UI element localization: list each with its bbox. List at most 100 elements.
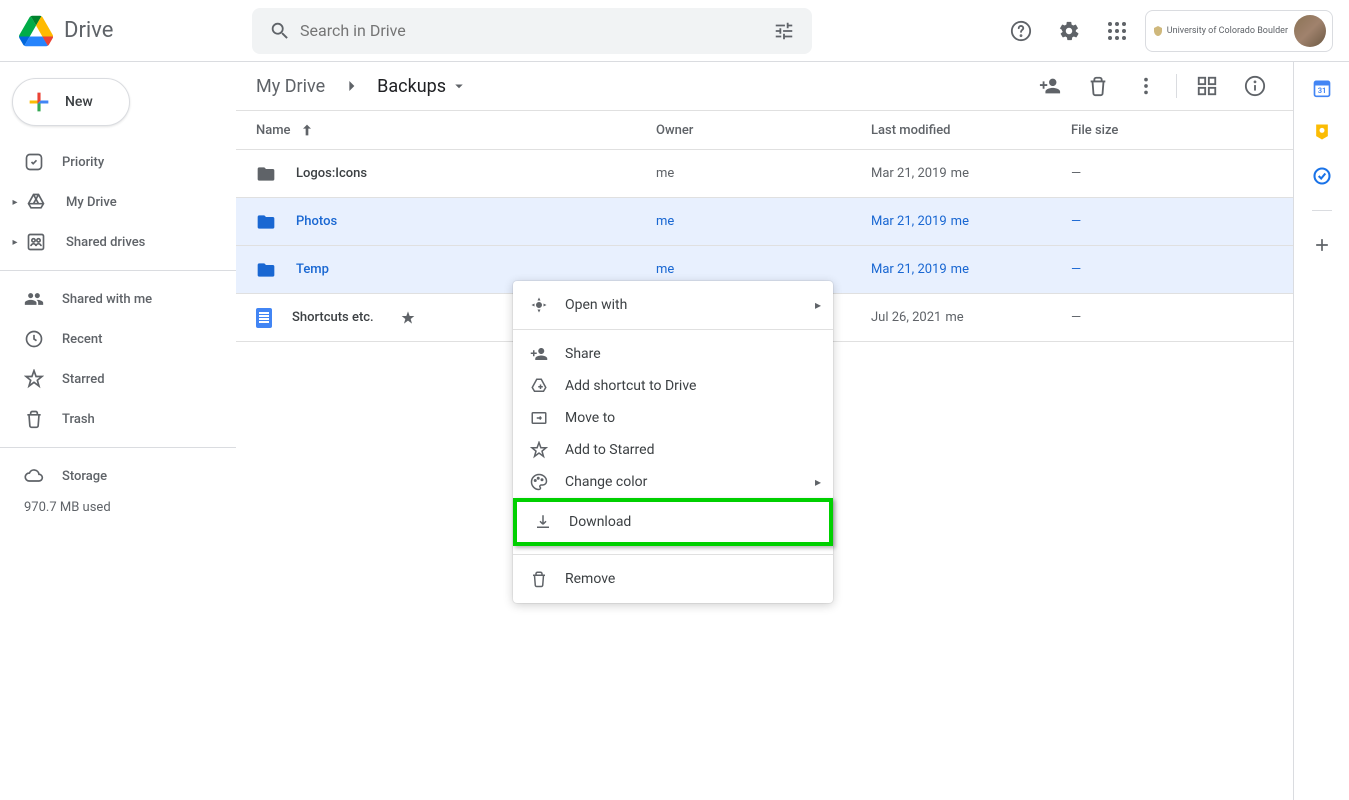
file-size: — <box>1071 166 1273 181</box>
priority-icon <box>24 152 44 172</box>
help-icon[interactable] <box>1001 11 1041 51</box>
menu-open-with[interactable]: Open with ▸ <box>513 289 833 321</box>
new-button[interactable]: New <box>12 78 130 126</box>
divider <box>0 270 236 271</box>
table-row[interactable]: Photos me Mar 21, 2019me — <box>236 198 1293 246</box>
menu-change-color[interactable]: Change color ▸ <box>513 466 833 498</box>
account-switcher[interactable]: University of Colorado Boulder <box>1145 10 1333 52</box>
search-options-icon[interactable] <box>764 11 804 51</box>
trash-icon <box>529 570 549 588</box>
divider <box>1312 210 1332 211</box>
breadcrumb-current-label: Backups <box>377 76 446 97</box>
file-modified: Mar 21, 2019me <box>871 262 1071 277</box>
file-size: — <box>1071 214 1273 229</box>
menu-label: Move to <box>565 410 615 426</box>
menu-share[interactable]: Share <box>513 338 833 370</box>
sidebar-item-trash[interactable]: Trash <box>0 399 224 439</box>
move-icon <box>529 409 549 427</box>
clock-icon <box>24 329 44 349</box>
column-owner[interactable]: Owner <box>656 123 871 138</box>
header-actions: University of Colorado Boulder <box>1001 10 1333 52</box>
divider <box>513 554 833 555</box>
chevron-right-icon[interactable]: ▸ <box>6 197 24 208</box>
info-button[interactable] <box>1237 68 1273 104</box>
delete-button[interactable] <box>1080 68 1116 104</box>
star-icon <box>529 441 549 459</box>
menu-label: Share <box>565 346 601 362</box>
chevron-right-icon[interactable]: ▸ <box>6 237 24 248</box>
sidebar-item-shared-with-me[interactable]: Shared with me <box>0 279 224 319</box>
table-row[interactable]: Logos:Icons me Mar 21, 2019me — <box>236 150 1293 198</box>
shortcut-icon <box>529 377 549 395</box>
sidebar-item-label: Shared with me <box>62 292 152 307</box>
file-modified: Jul 26, 2021me <box>871 310 1071 325</box>
grid-view-button[interactable] <box>1189 68 1225 104</box>
apps-icon[interactable] <box>1097 11 1137 51</box>
cloud-icon <box>24 466 44 486</box>
toolbar-actions <box>1032 68 1273 104</box>
calendar-icon[interactable]: 31 <box>1312 78 1332 98</box>
sidebar-item-label: Trash <box>62 412 95 427</box>
menu-label: Download <box>569 514 631 530</box>
breadcrumb-current[interactable]: Backups <box>369 72 476 101</box>
sidebar: New Priority ▸ My Drive ▸ Shared drives … <box>0 62 236 800</box>
breadcrumb: My Drive Backups <box>248 72 476 101</box>
menu-add-starred[interactable]: Add to Starred <box>513 434 833 466</box>
plus-icon <box>25 88 53 116</box>
file-owner: me <box>656 214 871 229</box>
drive-icon <box>26 192 46 212</box>
people-icon <box>24 289 44 309</box>
shared-drives-icon <box>26 232 46 252</box>
sidebar-item-label: Priority <box>62 155 104 170</box>
star-icon <box>24 369 44 389</box>
more-button[interactable] <box>1128 68 1164 104</box>
sidebar-item-label: My Drive <box>66 195 117 210</box>
avatar <box>1294 15 1326 47</box>
menu-add-shortcut[interactable]: Add shortcut to Drive <box>513 370 833 402</box>
tasks-icon[interactable] <box>1312 166 1332 186</box>
search-bar[interactable] <box>252 8 812 54</box>
file-name: Temp <box>296 262 329 277</box>
divider <box>1176 74 1177 98</box>
menu-label: Remove <box>565 571 615 587</box>
add-icon[interactable] <box>1312 235 1332 255</box>
settings-icon[interactable] <box>1049 11 1089 51</box>
chevron-right-icon: ▸ <box>815 298 821 312</box>
column-modified[interactable]: Last modified <box>871 123 1071 138</box>
app-name: Drive <box>64 18 113 43</box>
sidebar-item-shared-drives[interactable]: ▸ Shared drives <box>0 222 224 262</box>
sidebar-item-storage[interactable]: Storage <box>0 456 224 496</box>
menu-label: Change color <box>565 474 647 490</box>
menu-label: Open with <box>565 297 627 313</box>
sidebar-item-label: Starred <box>62 372 105 387</box>
sidebar-item-priority[interactable]: Priority <box>0 142 224 182</box>
share-button[interactable] <box>1032 68 1068 104</box>
file-size: — <box>1071 262 1273 277</box>
file-modified: Mar 21, 2019me <box>871 166 1071 181</box>
docs-icon <box>256 308 272 328</box>
trash-icon <box>24 409 44 429</box>
breadcrumb-root[interactable]: My Drive <box>248 72 333 101</box>
logo-area[interactable]: Drive <box>16 11 252 51</box>
sidebar-item-recent[interactable]: Recent <box>0 319 224 359</box>
file-name: Shortcuts etc. <box>292 310 374 325</box>
divider <box>0 447 236 448</box>
folder-icon <box>256 260 276 280</box>
open-with-icon <box>529 296 549 314</box>
table-header: Name Owner Last modified File size <box>236 110 1293 150</box>
menu-download[interactable]: Download <box>513 498 833 546</box>
chevron-right-icon: ▸ <box>815 475 821 489</box>
storage-used: 970.7 MB used <box>0 496 236 519</box>
search-input[interactable] <box>300 21 764 40</box>
menu-move-to[interactable]: Move to <box>513 402 833 434</box>
svg-text:31: 31 <box>1317 86 1326 95</box>
keep-icon[interactable] <box>1312 122 1332 142</box>
sidebar-item-label: Shared drives <box>66 235 145 250</box>
column-size[interactable]: File size <box>1071 123 1273 138</box>
sidebar-item-mydrive[interactable]: ▸ My Drive <box>0 182 224 222</box>
menu-label: Add shortcut to Drive <box>565 378 696 394</box>
column-name[interactable]: Name <box>256 122 656 138</box>
menu-remove[interactable]: Remove <box>513 563 833 595</box>
sidebar-item-starred[interactable]: Starred <box>0 359 224 399</box>
toolbar: My Drive Backups <box>236 62 1293 110</box>
